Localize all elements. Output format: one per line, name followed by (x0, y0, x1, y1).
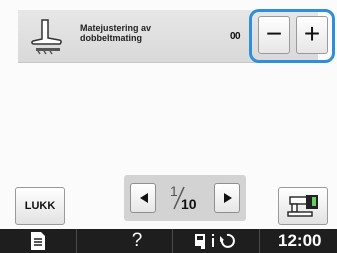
close-button[interactable]: LUKK (15, 187, 65, 225)
manual-button[interactable] (0, 229, 75, 253)
machine-view-button[interactable] (278, 187, 328, 225)
prev-page-button[interactable] (130, 183, 156, 213)
page-total: 10 (181, 196, 197, 212)
status-bar: ? 12:00 (0, 229, 337, 253)
clock: 12:00 (278, 231, 322, 250)
document-icon (31, 232, 45, 250)
setting-label-line1: Matejustering av (80, 23, 152, 33)
settings-button[interactable] (173, 229, 259, 253)
next-page-button[interactable] (214, 183, 240, 213)
help-button[interactable]: ? (77, 229, 172, 253)
page-navigator: 1 10 (124, 175, 246, 221)
minus-button[interactable]: − (258, 16, 290, 54)
help-label: ? (131, 230, 143, 251)
setting-label-line2: dobbeltmating (80, 33, 142, 43)
sewing-machine-icon (287, 195, 318, 217)
page-indicator: 1 10 (160, 179, 212, 217)
right-arrow-icon (224, 193, 232, 203)
presser-foot-icon (31, 19, 62, 55)
settings-icon (195, 233, 235, 249)
left-arrow-icon (140, 193, 148, 203)
plus-button[interactable]: + (296, 16, 328, 54)
status-divider (259, 229, 260, 253)
setting-value: 00 (230, 31, 241, 42)
settings-screen: Matejustering av dobbeltmating 00 − + LU… (0, 0, 337, 253)
setting-label: Matejustering av dobbeltmating (80, 23, 210, 43)
